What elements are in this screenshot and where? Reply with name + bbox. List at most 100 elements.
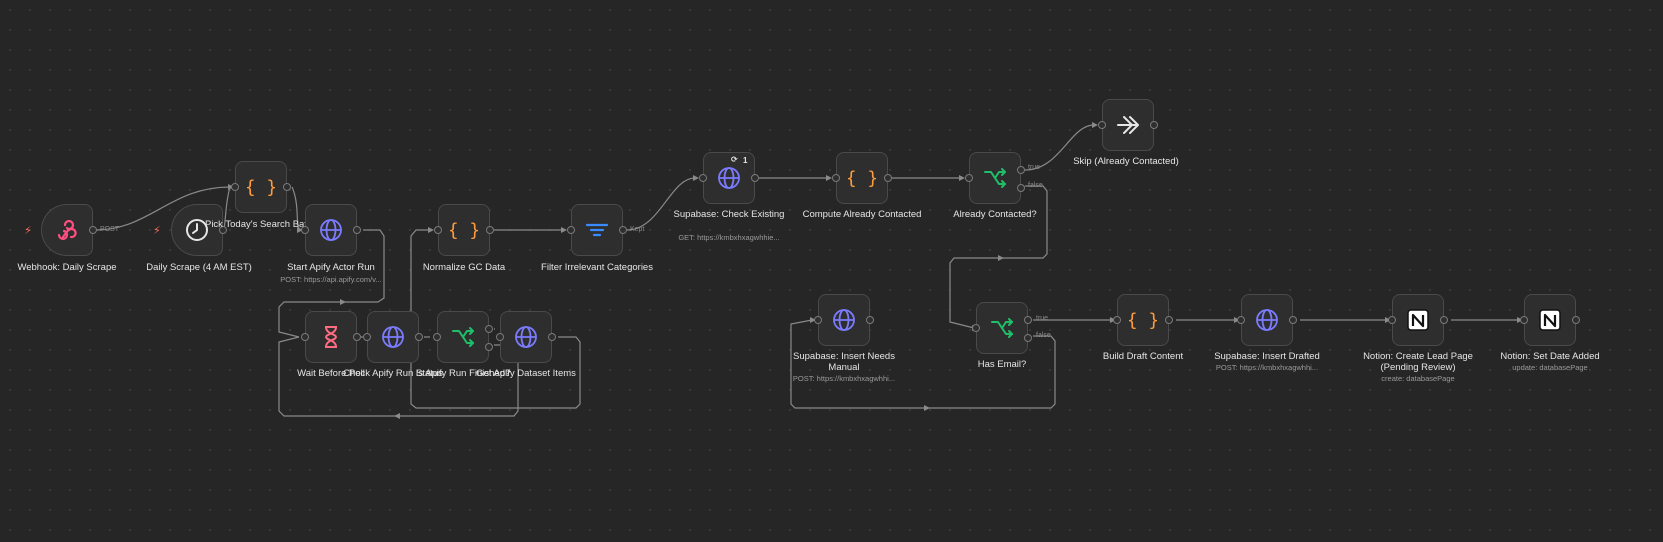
node-skip-already-contacted[interactable] <box>1098 99 1158 151</box>
node-daily-scrape[interactable] <box>171 204 227 256</box>
node-already-contacted[interactable] <box>965 152 1025 204</box>
hourglass-icon <box>325 326 337 348</box>
input-port[interactable] <box>567 226 575 234</box>
node-label: Build Draft Content <box>1102 351 1184 362</box>
node-label: Already Contacted? <box>953 209 1037 220</box>
output-port-true[interactable] <box>1024 316 1032 324</box>
node-webhook-daily-scrape[interactable] <box>41 204 97 256</box>
output-port[interactable] <box>548 333 556 341</box>
output-port[interactable] <box>415 333 423 341</box>
input-port[interactable] <box>1388 316 1396 324</box>
switch-icon <box>984 168 1006 188</box>
node-label: Supabase: Check Existing <box>673 209 785 220</box>
svg-text:{ }: { } <box>1129 310 1157 331</box>
node-is-apify-finished[interactable] <box>433 311 493 363</box>
input-port[interactable] <box>814 316 822 324</box>
port-label-true: true <box>1028 164 1041 171</box>
code-braces-icon: { } <box>1129 310 1157 331</box>
output-port[interactable] <box>1440 316 1448 324</box>
input-port[interactable] <box>699 174 707 182</box>
node-label: Supabase: Insert Needs Manual <box>793 351 895 373</box>
node-compute-already-contacted[interactable]: { } <box>832 152 892 204</box>
input-port[interactable] <box>363 333 371 341</box>
output-port[interactable] <box>1572 316 1580 324</box>
arrow-head <box>924 405 930 411</box>
input-port[interactable] <box>1113 316 1121 324</box>
input-port[interactable] <box>832 174 840 182</box>
node-supabase-insert-manual[interactable] <box>814 294 874 346</box>
node-label: Normalize GC Data <box>422 262 506 273</box>
node-notion-create-lead[interactable] <box>1388 294 1448 346</box>
input-port[interactable] <box>301 333 309 341</box>
arrow-head <box>998 255 1004 261</box>
port-label-post: POST <box>100 226 120 233</box>
node-label: Compute Already Contacted <box>802 209 922 220</box>
globe-icon <box>382 326 404 348</box>
output-port[interactable] <box>751 174 759 182</box>
filter-icon <box>585 223 609 237</box>
output-port-true[interactable] <box>485 325 493 333</box>
node-has-email[interactable] <box>972 302 1032 354</box>
output-port[interactable] <box>866 316 874 324</box>
node-label: Notion: Create Lead Page (Pending Review… <box>1363 351 1473 373</box>
input-port[interactable] <box>965 174 973 182</box>
globe-icon <box>320 219 342 241</box>
output-port[interactable] <box>353 333 361 341</box>
node-normalize-gc-data[interactable]: { } <box>434 204 494 256</box>
output-port[interactable] <box>486 226 494 234</box>
node-notion-set-date[interactable] <box>1520 294 1580 346</box>
output-port[interactable] <box>89 226 97 234</box>
output-port[interactable] <box>884 174 892 182</box>
output-port[interactable] <box>353 226 361 234</box>
node-label: Notion: Set Date Added <box>1500 351 1600 362</box>
output-port[interactable] <box>619 226 627 234</box>
input-port[interactable] <box>1237 316 1245 324</box>
switch-icon <box>991 318 1013 338</box>
input-port[interactable] <box>1098 121 1106 129</box>
output-port[interactable] <box>1165 316 1173 324</box>
output-port-false[interactable] <box>1024 334 1032 342</box>
output-port[interactable] <box>1289 316 1297 324</box>
output-port-false[interactable] <box>485 343 493 351</box>
output-port-true[interactable] <box>1017 166 1025 174</box>
input-port[interactable] <box>433 333 441 341</box>
node-check-apify-status[interactable] <box>363 311 423 363</box>
input-port[interactable] <box>1520 316 1528 324</box>
input-port[interactable] <box>434 226 442 234</box>
node-subtitle: POST: https://kmbxhxagwhhi... <box>1215 363 1319 372</box>
node-pick-search-batch[interactable]: { } <box>231 161 291 213</box>
node-label: Start Apify Actor Run <box>287 262 375 273</box>
node-label: Webhook: Daily Scrape <box>17 262 117 273</box>
node-subtitle: GET: https://kmbxhxagwhhie... <box>678 233 780 242</box>
node-subtitle: POST: https://kmbxhxagwhhi... <box>792 374 896 383</box>
node-build-draft-content[interactable]: { } <box>1113 294 1173 346</box>
switch-icon <box>452 327 474 347</box>
node-filter-categories[interactable] <box>567 204 627 256</box>
node-subtitle: create: databasePage <box>1381 374 1455 383</box>
node-label: Get Apify Dataset Items <box>476 368 576 379</box>
input-port[interactable] <box>496 333 504 341</box>
input-port[interactable] <box>231 183 239 191</box>
workflow-canvas[interactable]: ⚡ POST Webhook: Daily Scrape ⚡ Daily Scr… <box>0 0 1663 542</box>
code-braces-icon: { } <box>848 168 876 189</box>
item-count-badge: 1 <box>743 156 748 165</box>
node-label: Filter Irrelevant Categories <box>541 262 653 273</box>
code-braces-icon: { } <box>247 177 275 198</box>
output-port[interactable] <box>283 183 291 191</box>
globe-icon <box>1256 309 1278 331</box>
input-port[interactable] <box>972 324 980 332</box>
trigger-bolt-icon: ⚡ <box>24 225 32 237</box>
node-subtitle: POST: https://api.apify.com/v... <box>280 275 382 284</box>
port-label-kept: Kept <box>630 226 645 233</box>
notion-icon <box>1539 309 1561 331</box>
node-get-apify-dataset[interactable] <box>496 311 556 363</box>
arrow-head <box>394 413 400 419</box>
output-port[interactable] <box>1150 121 1158 129</box>
notion-icon <box>1407 309 1429 331</box>
arrow-head <box>340 299 346 305</box>
node-supabase-insert-drafted[interactable] <box>1237 294 1297 346</box>
output-port-false[interactable] <box>1017 184 1025 192</box>
input-port[interactable] <box>301 226 309 234</box>
node-start-apify-run[interactable] <box>301 204 361 256</box>
node-wait-before-poll[interactable] <box>301 311 361 363</box>
